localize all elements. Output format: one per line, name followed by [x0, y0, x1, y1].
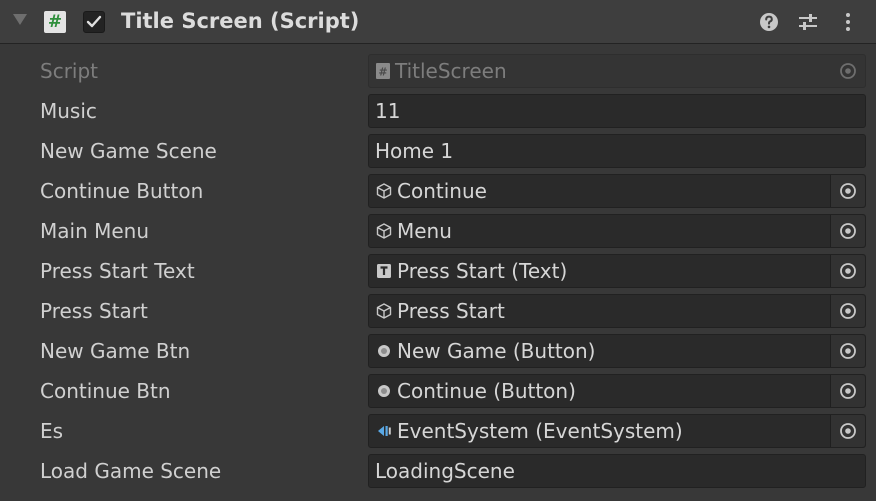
- object-picker-button[interactable]: [830, 335, 865, 367]
- property-label: Continue Button: [40, 179, 204, 203]
- object-picker-icon: [840, 383, 856, 399]
- property-label: Press Start: [40, 299, 148, 323]
- svg-text:#: #: [378, 66, 387, 79]
- text-component-icon: [377, 264, 391, 278]
- object-picker-icon: [840, 423, 856, 439]
- es-object-field[interactable]: EventSystem (EventSystem): [368, 414, 866, 448]
- checkmark-icon: [86, 15, 102, 28]
- field-value: Press Start (Text): [397, 259, 568, 283]
- music-input[interactable]: 11: [368, 94, 866, 128]
- property-row-load-game-scene: Load Game Scene LoadingScene: [0, 452, 876, 492]
- property-row-press-start: Press Start Press Start: [0, 292, 876, 332]
- property-label: Continue Btn: [40, 379, 171, 403]
- object-picker-icon: [840, 343, 856, 359]
- object-picker-icon: [840, 223, 856, 239]
- foldout-arrow-icon[interactable]: [13, 14, 27, 25]
- property-label: Script: [40, 59, 99, 83]
- property-row-script: Script # TitleScreen: [0, 52, 876, 92]
- object-picker-button[interactable]: [831, 55, 865, 87]
- field-value: TitleScreen: [395, 59, 507, 83]
- button-component-icon: [378, 385, 390, 397]
- property-label: Load Game Scene: [40, 459, 222, 483]
- continue-btn-object-field[interactable]: Continue (Button): [368, 374, 866, 408]
- field-value: Press Start: [397, 299, 505, 323]
- component-enabled-checkbox[interactable]: [83, 11, 105, 33]
- component-header: # Title Screen (Script): [0, 0, 876, 44]
- field-value: Continue (Button): [397, 379, 576, 403]
- object-picker-button[interactable]: [830, 255, 865, 287]
- property-label: Press Start Text: [40, 259, 195, 283]
- property-row-continue-button: Continue Button Continue: [0, 172, 876, 212]
- property-row-press-start-text: Press Start Text Press Start (Text): [0, 252, 876, 292]
- property-row-new-game-scene: New Game Scene Home 1: [0, 132, 876, 172]
- object-picker-button[interactable]: [830, 375, 865, 407]
- field-value: EventSystem (EventSystem): [397, 419, 683, 443]
- object-picker-icon: [840, 263, 856, 279]
- gameobject-icon: [376, 223, 392, 239]
- help-icon[interactable]: [757, 10, 781, 34]
- object-picker-icon: [840, 183, 856, 199]
- component-properties: Script # TitleScreen Music 11 New Game S…: [0, 44, 876, 501]
- property-label: Es: [40, 419, 64, 443]
- property-row-continue-btn: Continue Btn Continue (Button): [0, 372, 876, 412]
- field-value: LoadingScene: [375, 459, 515, 483]
- gameobject-icon: [376, 183, 392, 199]
- press-start-text-object-field[interactable]: Press Start (Text): [368, 254, 866, 288]
- script-file-icon: #: [376, 63, 390, 79]
- object-picker-icon: [840, 63, 856, 79]
- field-value: 11: [375, 99, 401, 123]
- property-row-es: Es EventSystem (EventSystem): [0, 412, 876, 452]
- field-value: Menu: [397, 219, 452, 243]
- object-picker-button[interactable]: [830, 215, 865, 247]
- button-component-icon: [378, 345, 390, 357]
- field-value: Continue: [397, 179, 487, 203]
- press-start-object-field[interactable]: Press Start: [368, 294, 866, 328]
- eventsystem-icon: [378, 426, 391, 436]
- property-label: New Game Btn: [40, 339, 191, 363]
- more-menu-icon[interactable]: [836, 10, 860, 34]
- property-label: New Game Scene: [40, 139, 217, 163]
- new-game-btn-object-field[interactable]: New Game (Button): [368, 334, 866, 368]
- script-object-field[interactable]: # TitleScreen: [368, 54, 866, 88]
- object-picker-button[interactable]: [830, 415, 865, 447]
- object-picker-button[interactable]: [830, 175, 865, 207]
- property-row-main-menu: Main Menu Menu: [0, 212, 876, 252]
- property-label: Music: [40, 99, 97, 123]
- object-picker-button[interactable]: [830, 295, 865, 327]
- field-value: Home 1: [375, 139, 454, 163]
- new-game-scene-input[interactable]: Home 1: [368, 134, 866, 168]
- object-picker-icon: [840, 303, 856, 319]
- component-title: Title Screen (Script): [121, 9, 360, 33]
- main-menu-object-field[interactable]: Menu: [368, 214, 866, 248]
- property-label: Main Menu: [40, 219, 150, 243]
- property-row-new-game-btn: New Game Btn New Game (Button): [0, 332, 876, 372]
- load-game-scene-input[interactable]: LoadingScene: [368, 454, 866, 488]
- csharp-script-icon: #: [44, 11, 66, 33]
- property-row-music: Music 11: [0, 92, 876, 132]
- gameobject-icon: [376, 303, 392, 319]
- preset-icon[interactable]: [796, 10, 820, 34]
- continue-button-object-field[interactable]: Continue: [368, 174, 866, 208]
- field-value: New Game (Button): [397, 339, 596, 363]
